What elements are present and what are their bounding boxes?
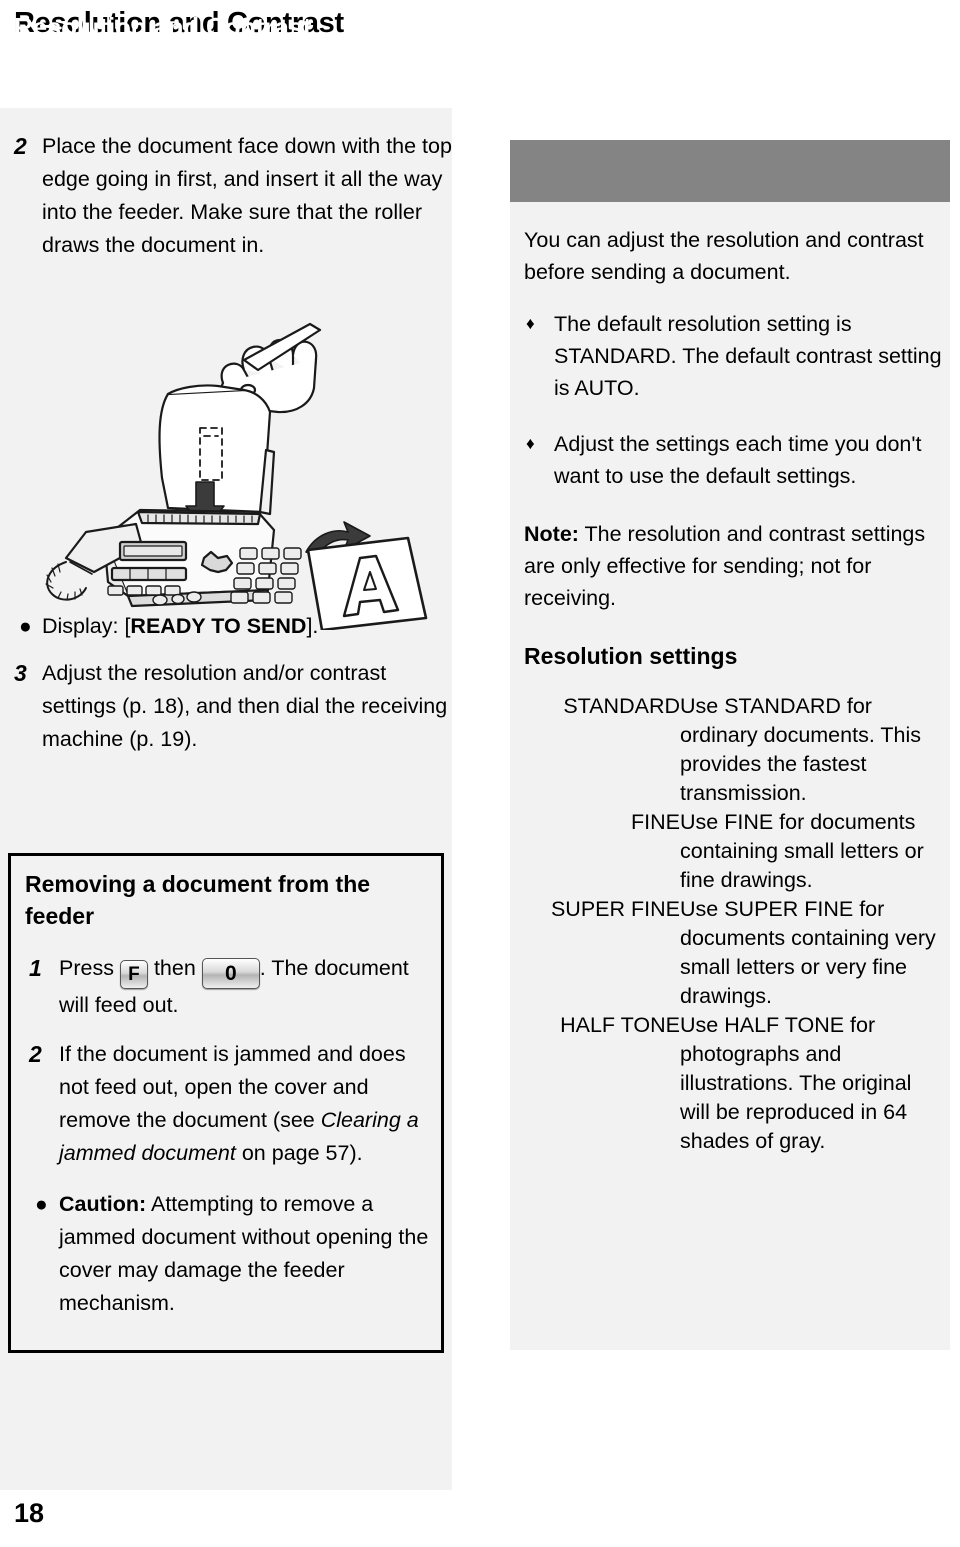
right-bullet-2-text: Adjust the settings each time you don't …	[554, 432, 922, 488]
right-bullet-1-text: The default resolution setting is STANDA…	[554, 312, 942, 400]
setting-description: Use SUPER FINE for documents containing …	[680, 897, 936, 1008]
step-number: 3	[14, 660, 27, 686]
setting-description: Use HALF TONE for photographs and illust…	[680, 1013, 912, 1153]
fax-machine-illustration	[8, 300, 448, 632]
resolution-settings-table: STANDARD Use STANDARD for ordinary docum…	[514, 692, 944, 1156]
step-number: 2	[29, 1041, 42, 1067]
removing-step-2: 2 If the document is jammed and does not…	[11, 1038, 441, 1170]
bullet-dot-icon: ●	[35, 1193, 48, 1216]
note-text: The resolution and contrast settings are…	[524, 522, 926, 610]
setting-description: Use STANDARD for ordinary documents. Thi…	[680, 694, 921, 805]
zero-key-icon[interactable]: 0	[201, 958, 260, 989]
step-text: Place the document face down with the to…	[42, 134, 452, 257]
table-row: FINE Use FINE for documents containing s…	[514, 808, 944, 895]
step-text: Adjust the resolution and/or contrast se…	[42, 661, 448, 751]
table-row: SUPER FINE Use SUPER FINE for documents …	[514, 895, 944, 1011]
page-number: 18	[14, 1498, 45, 1528]
step2-text-part2: on page 57).	[235, 1141, 363, 1165]
resolution-settings-heading: Resolution settings	[524, 643, 738, 669]
step-number: 1	[29, 955, 42, 981]
table-row: STANDARD Use STANDARD for ordinary docum…	[514, 692, 944, 808]
note-paragraph: Note: The resolution and contrast settin…	[510, 518, 950, 614]
right-bullet-2: ♦ Adjust the settings each time you don'…	[518, 428, 950, 492]
then-label: then	[153, 956, 196, 980]
removing-step-1: 1 Press F then 0. The document will feed…	[11, 952, 441, 1022]
left-step-2: 2 Place the document face down with the …	[0, 108, 452, 262]
setting-name: HALF TONE	[560, 1013, 680, 1037]
table-row: HALF TONE Use HALF TONE for photographs …	[514, 1011, 944, 1156]
diamond-bullet-icon: ♦	[526, 434, 535, 453]
setting-name: SUPER FINE	[550, 897, 680, 921]
setting-description: Use FINE for documents containing small …	[680, 810, 924, 892]
right-column-content: You can adjust the resolution and contra…	[510, 202, 950, 1156]
left-step-3: 3 Adjust the resolution and/or contrast …	[0, 657, 452, 756]
section-header-title: Resolution and Contrast	[14, 12, 312, 42]
note-label: Note:	[524, 522, 579, 546]
caution-note: ● Caution: Attempting to remove a jammed…	[11, 1188, 441, 1320]
caution-label: Caution:	[59, 1192, 147, 1216]
setting-name: STANDARD	[563, 694, 680, 718]
section-header-bar	[510, 140, 950, 202]
press-label: Press	[59, 956, 114, 980]
setting-name: FINE	[631, 810, 680, 834]
diamond-bullet-icon: ♦	[526, 314, 535, 333]
function-key-icon[interactable]: F	[119, 960, 148, 989]
intro-paragraph: You can adjust the resolution and contra…	[524, 228, 924, 284]
removing-document-box: Removing a document from the feeder 1 Pr…	[8, 853, 444, 1353]
removing-box-title: Removing a document from the feeder	[25, 871, 371, 929]
right-bullet-1: ♦ The default resolution setting is STAN…	[518, 308, 950, 404]
step-number: 2	[14, 133, 27, 159]
